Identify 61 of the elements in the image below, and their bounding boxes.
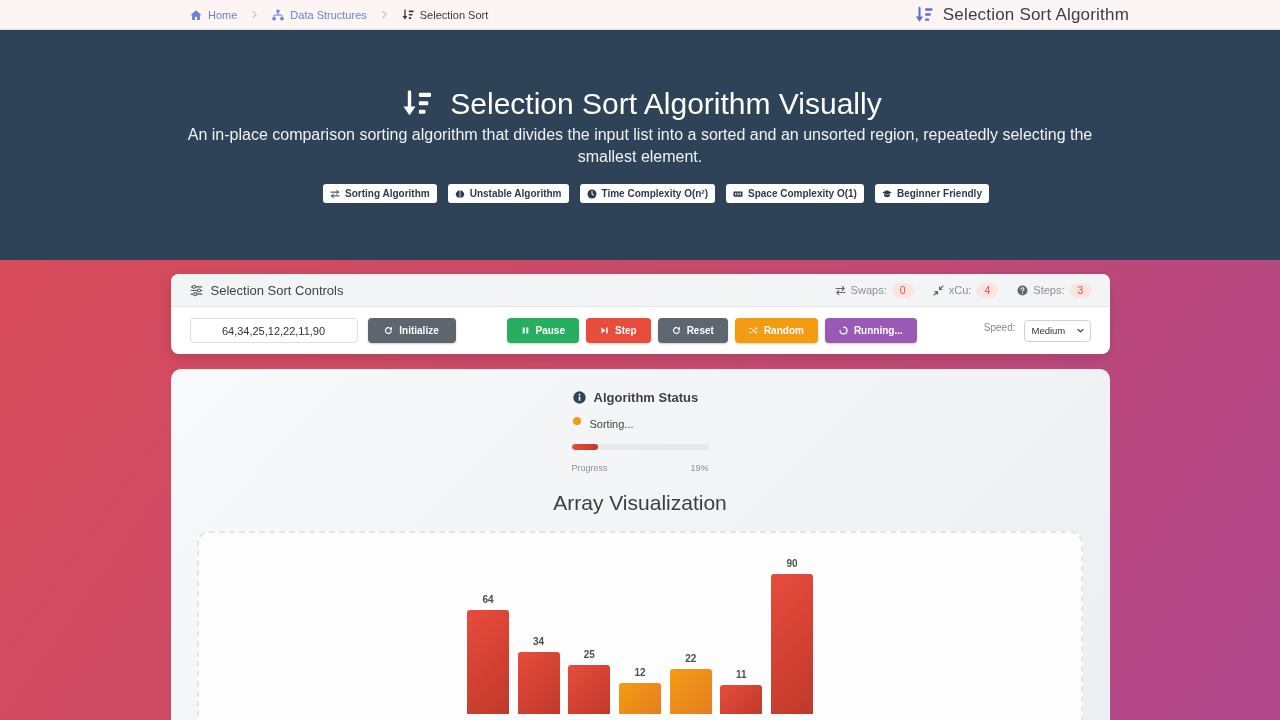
- caret-icon: [1075, 326, 1085, 335]
- pause-icon: [520, 326, 530, 335]
- bar-value: 12: [634, 667, 646, 680]
- controls-title: Selection Sort Controls: [210, 282, 344, 298]
- tag-text: Time Complexity O(n²): [601, 188, 708, 199]
- speed-select[interactable]: Medium: [1023, 319, 1091, 342]
- breadcrumb-link[interactable]: Data Structures: [272, 8, 367, 21]
- status-title: Algorithm Status: [593, 389, 699, 405]
- initialize-button[interactable]: Initialize: [367, 318, 456, 343]
- progress-percent: 19%: [690, 463, 709, 473]
- shuffle-icon: [748, 326, 758, 335]
- bar-value: 22: [685, 653, 697, 666]
- tag-text: Beginner Friendly: [896, 188, 982, 199]
- spinner-icon: [838, 326, 848, 335]
- hero-title: Selection Sort Algorithm Visually: [450, 86, 882, 122]
- sitemap-icon: [272, 8, 285, 21]
- sort-descending-icon: [401, 8, 414, 21]
- brain-icon: [454, 188, 465, 199]
- stat-label: Steps:: [1033, 284, 1065, 296]
- bar-value: 11: [736, 668, 747, 681]
- bar-value: 90: [786, 558, 798, 570]
- swap-arrows-icon: [330, 188, 341, 199]
- stat-label: Swaps:: [850, 284, 887, 296]
- compress-arrows-icon: [932, 284, 944, 296]
- swap-arrows-icon: [834, 284, 846, 296]
- step-forward-icon: [599, 326, 609, 335]
- tag-text: Space Complexity O(1): [748, 188, 857, 199]
- speed-label: Speed:: [983, 322, 1016, 333]
- bar-value: 64: [482, 594, 494, 607]
- hero-description: An in-place comparison sorting algorithm that divides the input list into a sorted and an unsorted region, repeatedly selecting the smallest element.: [186, 125, 1094, 167]
- running-button[interactable]: Running...: [824, 318, 917, 343]
- question-circle-icon: [1017, 284, 1029, 296]
- home-icon: [190, 8, 202, 21]
- tag-text: Unstable Algorithm: [469, 188, 562, 199]
- sliders-icon: [189, 283, 203, 297]
- tag-text: Sorting Algorithm: [345, 188, 430, 199]
- bar-value: 34: [533, 636, 545, 649]
- chevron-icon: [379, 10, 389, 19]
- breadcrumb-link[interactable]: Home: [190, 8, 238, 21]
- sort-descending-icon: [914, 5, 933, 24]
- stat-label: xCu:: [948, 284, 972, 296]
- array-input[interactable]: 64,34,25,12,22,11,90: [189, 318, 358, 343]
- status-text: Sorting...: [589, 418, 634, 430]
- page-title: Selection Sort Algorithm: [942, 4, 1129, 25]
- current-page-text: Selection Sort: [401, 8, 489, 21]
- info-icon: [572, 390, 586, 404]
- reset-button[interactable]: Reset: [657, 318, 728, 343]
- redo-icon: [671, 326, 681, 335]
- sync-icon: [384, 326, 394, 335]
- pause-button[interactable]: Pause: [506, 318, 579, 343]
- xcu-count: 4: [976, 282, 999, 298]
- chevron-icon: [250, 10, 260, 19]
- progress-label: Progress: [571, 463, 608, 473]
- bar-value: 25: [583, 649, 595, 661]
- visualization-title: Array Visualization: [553, 490, 727, 516]
- steps-count: 3: [1069, 282, 1092, 298]
- step-button[interactable]: Step: [585, 318, 651, 343]
- memory-chip-icon: [733, 188, 743, 199]
- swaps-count: 0: [891, 282, 914, 298]
- graduation-cap-icon: [881, 188, 892, 199]
- clock-icon: [586, 188, 597, 199]
